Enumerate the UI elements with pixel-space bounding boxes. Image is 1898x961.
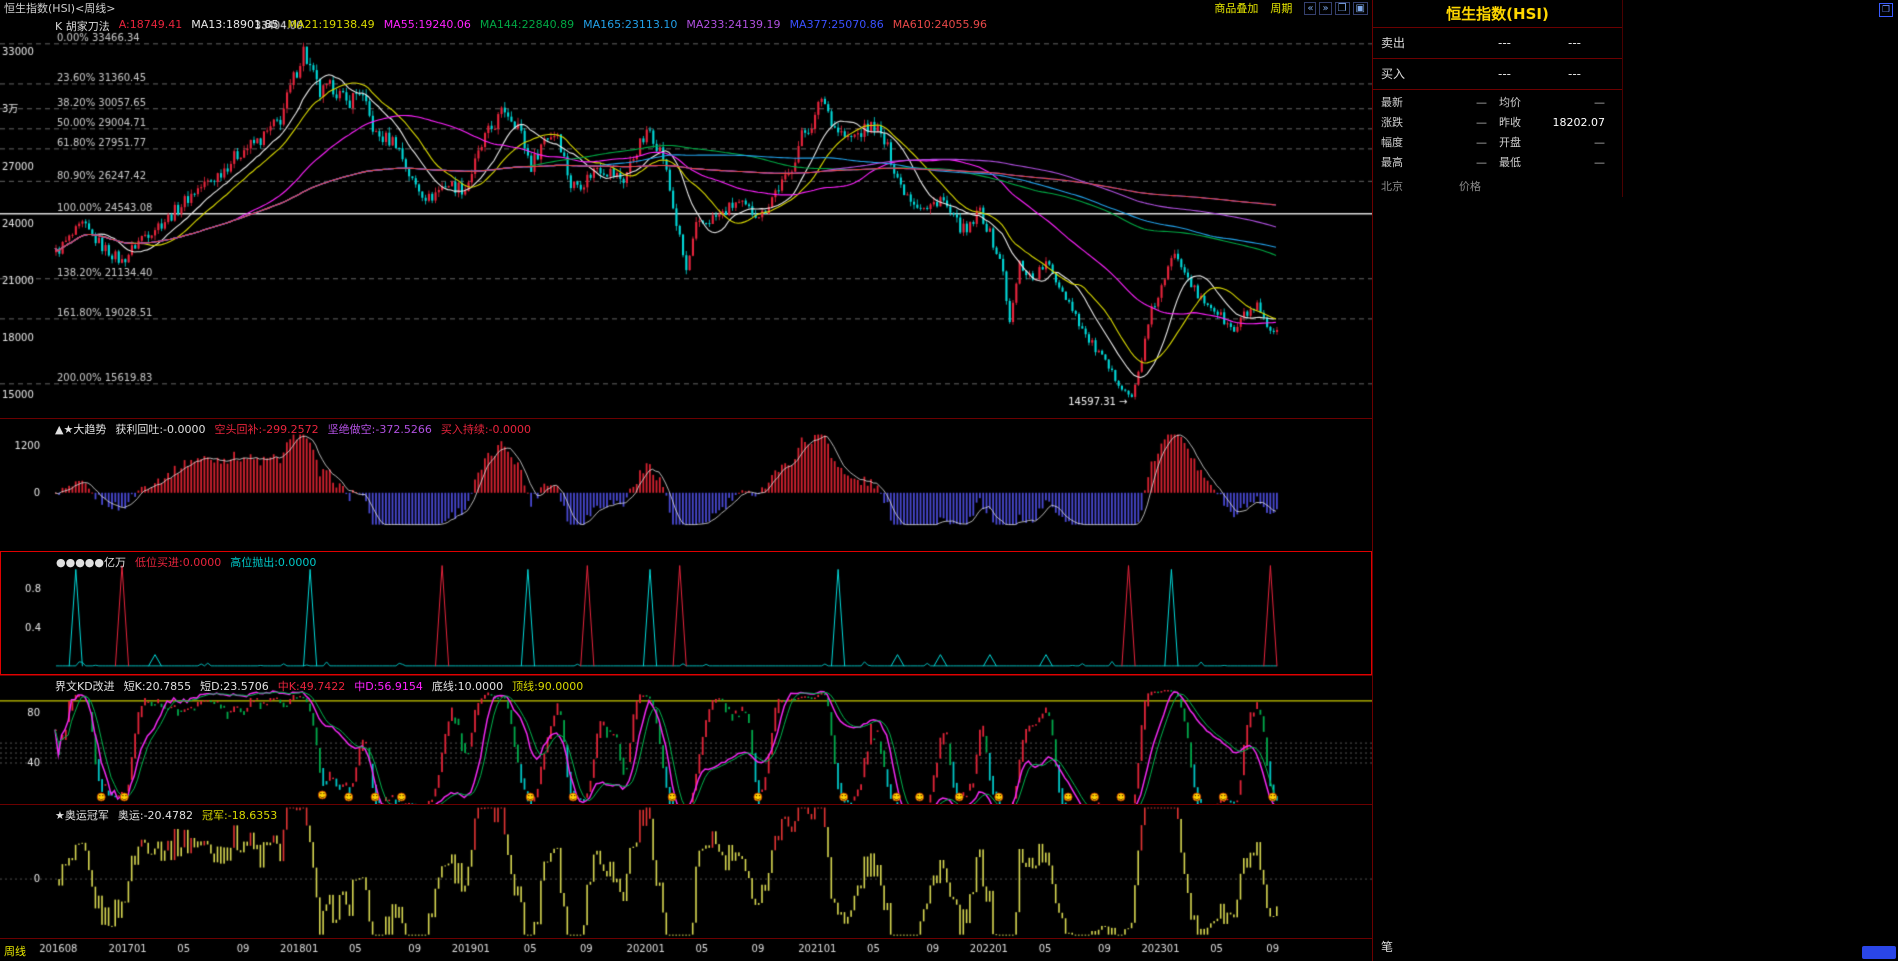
toolbar-right: 商品叠加 周期 « » ❐ ▣	[1214, 0, 1368, 16]
quote-grid-row: 幅度 — 开盘 —	[1373, 133, 1622, 153]
quote-table-headers: 北京 价格	[1373, 177, 1622, 197]
chart-column: 恒生指数(HSI)<周线> 商品叠加 周期 « » ❐ ▣ K 胡家刀法 A:18…	[0, 0, 1372, 961]
buy-price: ---	[1441, 59, 1511, 89]
bi-tab-label[interactable]: 笔	[1381, 938, 1393, 955]
buy-label: 买入	[1381, 59, 1441, 89]
field-value-high: —	[1427, 153, 1487, 173]
indicator-value: MA165:23113.10	[583, 18, 677, 34]
col-header-price: 价格	[1459, 177, 1481, 197]
field-value-low: —	[1545, 153, 1605, 173]
field-value-avg: —	[1545, 93, 1605, 113]
time-axis-canvas[interactable]	[0, 939, 1372, 961]
field-label-amplitude: 幅度	[1381, 133, 1427, 153]
time-axis: 周线	[0, 938, 1372, 961]
period-button[interactable]: 周期	[1270, 0, 1292, 16]
indicator-value: 界文KD改进	[55, 678, 115, 694]
window-split-icon[interactable]: ❐	[1335, 2, 1350, 15]
quote-panel: ❐ 恒生指数(HSI) 卖出 --- --- 买入 --- --- 最新 — 均…	[1372, 0, 1898, 961]
main-chart-header: K 胡家刀法 A:18749.41 MA13:18901.85 MA21:19138.…	[55, 18, 987, 34]
yiwan-indicator-canvas[interactable]	[1, 552, 1371, 674]
indicator-value: 短K:20.7855	[124, 678, 191, 694]
sell-label: 卖出	[1381, 28, 1441, 58]
quote-grid-row: 最新 — 均价 —	[1373, 93, 1622, 113]
prev-period-icon[interactable]: «	[1304, 2, 1316, 15]
sell-volume: ---	[1511, 28, 1581, 58]
field-value-change: —	[1427, 113, 1487, 133]
indicator-value: 中K:49.7422	[278, 678, 345, 694]
indicator-value: ●●●●●亿万	[56, 554, 126, 570]
field-value-open: —	[1545, 133, 1605, 153]
indicator-value: 坚绝做空:-372.5266	[328, 421, 432, 437]
field-label-open: 开盘	[1499, 133, 1545, 153]
window-controls: « » ❐ ▣	[1304, 2, 1368, 15]
sell-price: ---	[1441, 28, 1511, 58]
indicator-value: MA610:24055.96	[893, 18, 987, 34]
indicator-value: A:18749.41	[119, 18, 183, 34]
indicator-value: 顶线:90.0000	[512, 678, 583, 694]
indicator-value: 奥运:-20.4782	[118, 807, 193, 823]
field-value-last: —	[1427, 93, 1487, 113]
olympic-indicator-header: ★奥运冠军奥运:-20.4782 冠军:-18.6353	[55, 807, 277, 823]
indicator-value: MA144:22840.89	[480, 18, 574, 34]
sell-row: 卖出 --- ---	[1373, 28, 1622, 59]
indicator-value: 短D:23.5706	[200, 678, 269, 694]
quote-grid: 最新 — 均价 — 涨跌 — 昨收 18202.07 幅度 — 开盘 —	[1373, 90, 1622, 173]
main-chart-panel: K 胡家刀法 A:18749.41 MA13:18901.85 MA21:19138.…	[0, 16, 1372, 418]
next-period-icon[interactable]: »	[1319, 2, 1331, 15]
kd-indicator-panel: 界文KD改进短K:20.7855 短D:23.5706 中K:49.7422 中D:5…	[0, 675, 1372, 804]
buy-row: 买入 --- ---	[1373, 59, 1622, 90]
indicator-value: 低位买进:0.0000	[135, 554, 221, 570]
yiwan-indicator-panel-selected: ●●●●●亿万低位买进:0.0000 高位抛出:0.0000	[0, 551, 1372, 675]
col-header-region: 北京	[1381, 177, 1403, 197]
indicator-value: MA21:19138.49	[287, 18, 374, 34]
indicator-value: MA55:19240.06	[384, 18, 471, 34]
field-label-last: 最新	[1381, 93, 1427, 113]
indicator-value: K 胡家刀法	[55, 18, 110, 34]
indicator-value: ▲★大趋势	[55, 421, 106, 437]
main-chart-canvas[interactable]	[0, 16, 1372, 418]
title-bar: 恒生指数(HSI)<周线> 商品叠加 周期 « » ❐ ▣	[0, 0, 1372, 16]
field-label-avg: 均价	[1499, 93, 1545, 113]
indicator-value: 底线:10.0000	[432, 678, 503, 694]
buy-volume: ---	[1511, 59, 1581, 89]
field-value-amplitude: —	[1427, 133, 1487, 153]
period-label[interactable]: 周线	[4, 943, 26, 959]
overlay-button[interactable]: 商品叠加	[1214, 0, 1258, 16]
kd-indicator-canvas[interactable]	[0, 676, 1372, 804]
field-label-high: 最高	[1381, 153, 1427, 173]
maximize-icon[interactable]: ▣	[1353, 2, 1368, 15]
trend-indicator-panel: ▲★大趋势获利回吐:-0.0000 空头回补:-299.2572 坚绝做空:-372…	[0, 418, 1372, 551]
bottom-right-button[interactable]	[1862, 946, 1896, 959]
field-label-change: 涨跌	[1381, 113, 1427, 133]
quote-box: 恒生指数(HSI) 卖出 --- --- 买入 --- --- 最新 — 均价 …	[1373, 0, 1623, 197]
field-label-low: 最低	[1499, 153, 1545, 173]
trend-indicator-header: ▲★大趋势获利回吐:-0.0000 空头回补:-299.2572 坚绝做空:-372…	[55, 421, 531, 437]
quote-grid-row: 涨跌 — 昨收 18202.07	[1373, 113, 1622, 133]
indicator-value: MA377:25070.86	[790, 18, 884, 34]
indicator-value: 中D:56.9154	[354, 678, 423, 694]
kd-indicator-header: 界文KD改进短K:20.7855 短D:23.5706 中K:49.7422 中D:5…	[55, 678, 583, 694]
indicator-value: MA13:18901.85	[191, 18, 278, 34]
indicator-value: ★奥运冠军	[55, 807, 109, 823]
indicator-value: 空头回补:-299.2572	[215, 421, 319, 437]
field-value-prevclose: 18202.07	[1545, 113, 1605, 133]
link-window-icon[interactable]: ❐	[1879, 3, 1893, 17]
trend-indicator-canvas[interactable]	[0, 419, 1372, 551]
olympic-indicator-canvas[interactable]	[0, 805, 1372, 938]
indicator-value: 获利回吐:-0.0000	[115, 421, 205, 437]
indicator-value: 买入持续:-0.0000	[441, 421, 531, 437]
indicator-value: 高位抛出:0.0000	[230, 554, 316, 570]
olympic-indicator-panel: ★奥运冠军奥运:-20.4782 冠军:-18.6353	[0, 804, 1372, 938]
field-label-prevclose: 昨收	[1499, 113, 1545, 133]
window-title: 恒生指数(HSI)<周线>	[4, 0, 116, 16]
quote-title: 恒生指数(HSI)	[1373, 0, 1622, 28]
indicator-value: 冠军:-18.6353	[202, 807, 277, 823]
trading-terminal: 恒生指数(HSI)<周线> 商品叠加 周期 « » ❐ ▣ K 胡家刀法 A:18…	[0, 0, 1898, 961]
indicator-value: MA233:24139.19	[686, 18, 780, 34]
quote-grid-row: 最高 — 最低 —	[1373, 153, 1622, 173]
yiwan-indicator-header: ●●●●●亿万低位买进:0.0000 高位抛出:0.0000	[56, 554, 316, 570]
